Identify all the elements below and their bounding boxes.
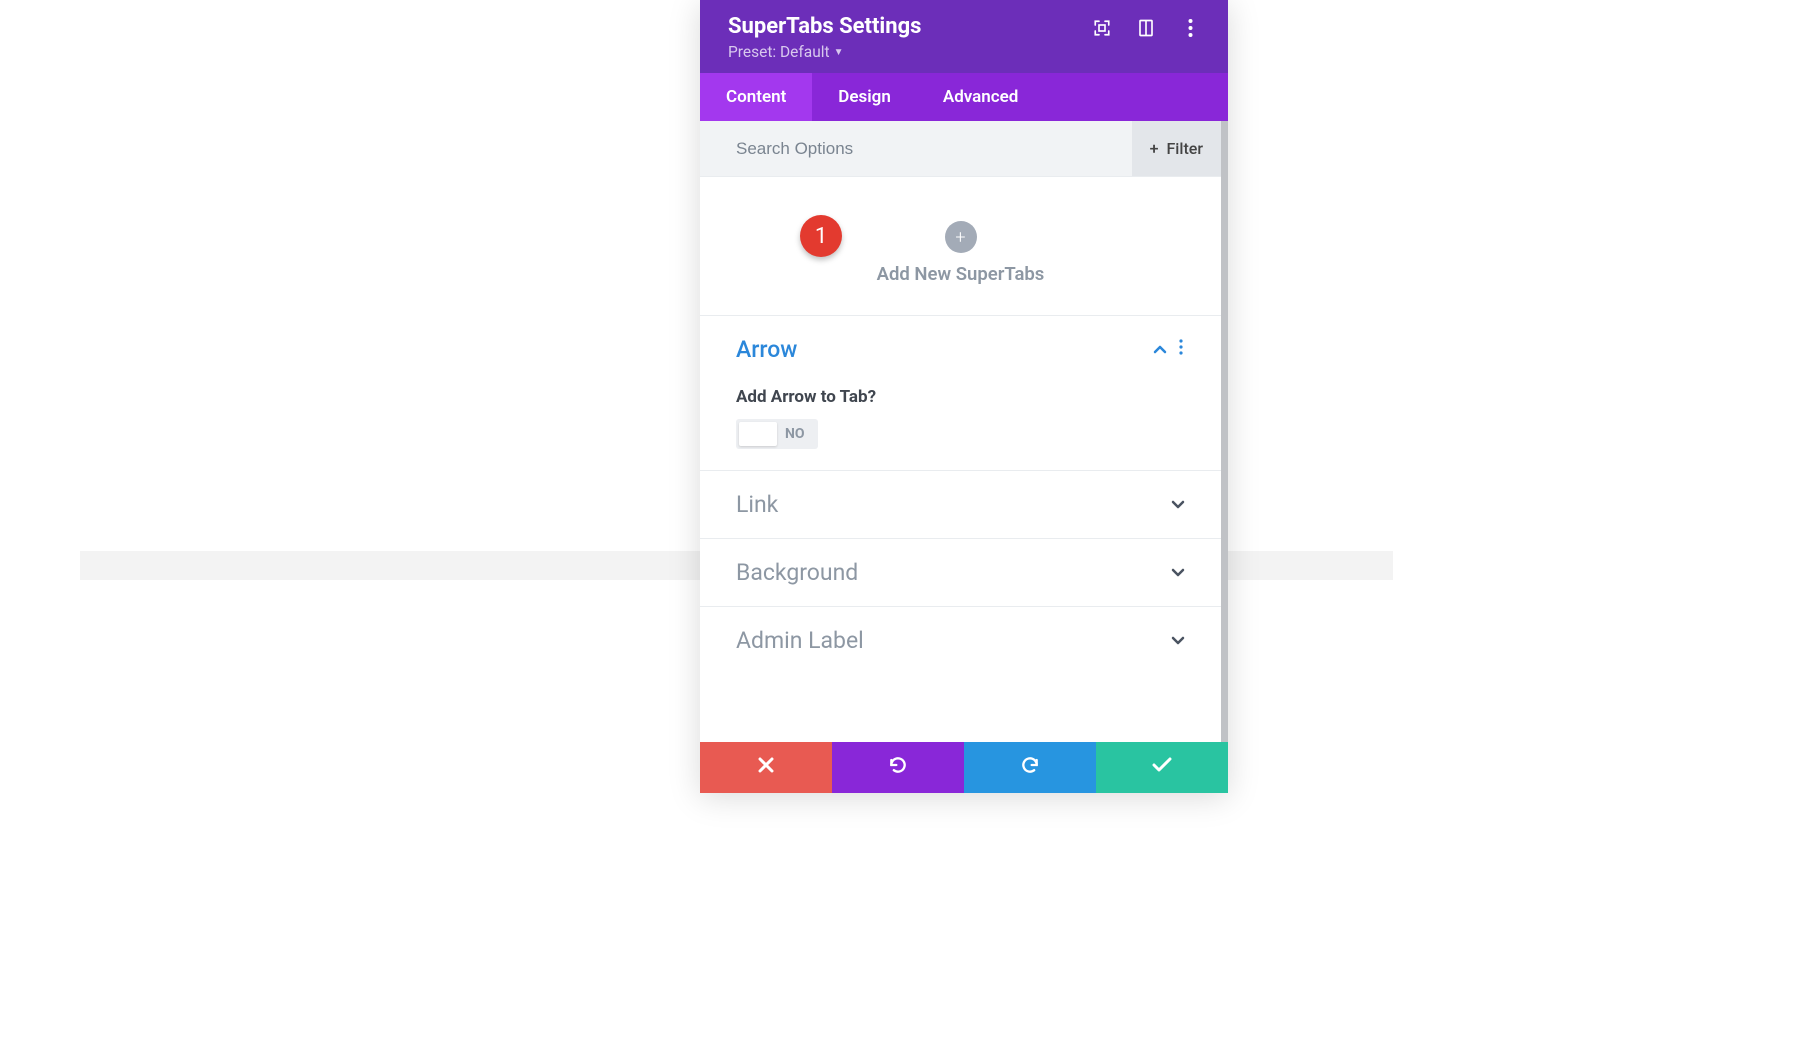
section-link-header[interactable]: Link bbox=[736, 491, 1185, 518]
more-vert-icon[interactable] bbox=[1177, 339, 1185, 360]
chevron-up-icon[interactable] bbox=[1153, 339, 1167, 360]
section-link-controls bbox=[1171, 494, 1185, 515]
close-icon bbox=[758, 757, 774, 778]
chevron-down-icon[interactable] bbox=[1171, 562, 1185, 583]
chevron-down-icon[interactable] bbox=[1171, 630, 1185, 651]
add-supertabs-section: 1 + Add New SuperTabs bbox=[700, 177, 1221, 316]
section-arrow-title: Arrow bbox=[736, 336, 797, 363]
chevron-down-icon[interactable] bbox=[1171, 494, 1185, 515]
more-icon[interactable] bbox=[1180, 18, 1200, 38]
section-arrow-header[interactable]: Arrow bbox=[736, 336, 1185, 363]
section-arrow-body: Add Arrow to Tab? NO bbox=[736, 363, 1185, 450]
filter-button[interactable]: + Filter bbox=[1132, 121, 1221, 176]
section-admin-label-controls bbox=[1171, 630, 1185, 651]
section-admin-label: Admin Label bbox=[700, 607, 1221, 674]
settings-panel: SuperTabs Settings Preset: Default ▼ Con… bbox=[700, 0, 1228, 793]
section-arrow: Arrow Add Arrow to Tab? NO bbox=[700, 316, 1221, 471]
section-arrow-controls bbox=[1153, 339, 1185, 360]
search-input[interactable] bbox=[700, 139, 1132, 159]
tab-content[interactable]: Content bbox=[700, 73, 812, 121]
expand-icon[interactable] bbox=[1092, 18, 1112, 38]
header-icon-group bbox=[1092, 14, 1200, 38]
section-link: Link bbox=[700, 471, 1221, 539]
tab-design[interactable]: Design bbox=[812, 73, 917, 121]
toggle-knob bbox=[739, 422, 777, 446]
tab-advanced[interactable]: Advanced bbox=[917, 73, 1045, 121]
panel-header: SuperTabs Settings Preset: Default ▼ bbox=[700, 0, 1228, 73]
preset-dropdown[interactable]: Preset: Default ▼ bbox=[728, 43, 921, 61]
plus-icon: + bbox=[1150, 139, 1159, 158]
section-link-title: Link bbox=[736, 491, 778, 518]
content-area: + Filter 1 + Add New SuperTabs Arrow bbox=[700, 121, 1228, 742]
preset-label: Preset: Default bbox=[728, 43, 830, 61]
redo-button[interactable] bbox=[964, 742, 1096, 793]
add-label: Add New SuperTabs bbox=[877, 263, 1045, 285]
caret-down-icon: ▼ bbox=[834, 47, 844, 58]
panel-footer bbox=[700, 742, 1228, 793]
cancel-button[interactable] bbox=[700, 742, 832, 793]
tab-bar: Content Design Advanced bbox=[700, 73, 1228, 121]
annotation-badge: 1 bbox=[800, 215, 842, 257]
save-button[interactable] bbox=[1096, 742, 1228, 793]
add-button[interactable]: + bbox=[945, 221, 977, 253]
filter-label: Filter bbox=[1166, 139, 1203, 158]
responsive-icon[interactable] bbox=[1136, 18, 1156, 38]
check-icon bbox=[1152, 757, 1172, 778]
undo-button[interactable] bbox=[832, 742, 964, 793]
toggle-value: NO bbox=[785, 426, 815, 442]
arrow-toggle[interactable]: NO bbox=[736, 419, 818, 449]
panel-title: SuperTabs Settings bbox=[728, 14, 921, 39]
section-background-title: Background bbox=[736, 559, 858, 586]
arrow-field-label: Add Arrow to Tab? bbox=[736, 387, 1185, 407]
scroll-region[interactable]: + Filter 1 + Add New SuperTabs Arrow bbox=[700, 121, 1228, 742]
section-admin-label-header[interactable]: Admin Label bbox=[736, 627, 1185, 654]
undo-icon bbox=[888, 755, 908, 780]
section-background: Background bbox=[700, 539, 1221, 607]
header-title-area: SuperTabs Settings Preset: Default ▼ bbox=[728, 14, 921, 61]
section-background-controls bbox=[1171, 562, 1185, 583]
redo-icon bbox=[1020, 755, 1040, 780]
section-admin-label-title: Admin Label bbox=[736, 627, 864, 654]
search-bar: + Filter bbox=[700, 121, 1221, 177]
section-background-header[interactable]: Background bbox=[736, 559, 1185, 586]
